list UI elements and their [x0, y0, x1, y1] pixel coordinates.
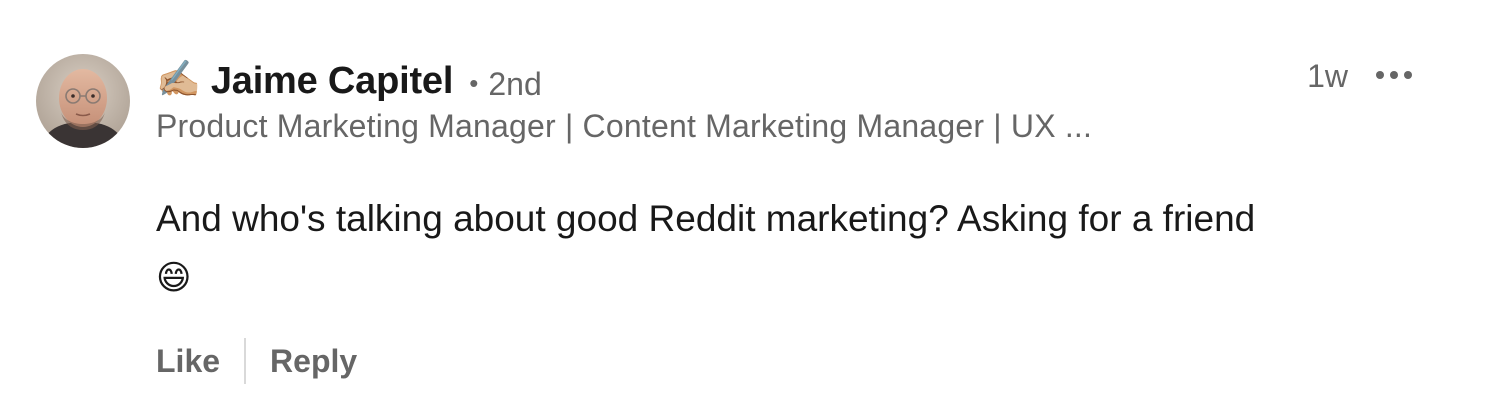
- writing-hand-icon: ✍🏼: [156, 58, 201, 99]
- ellipsis-horizontal-icon: [1376, 71, 1412, 79]
- comment-body: And who's talking about good Reddit mark…: [156, 190, 1476, 307]
- author-headline: Product Marketing Manager | Content Mark…: [156, 108, 1093, 144]
- reply-button[interactable]: Reply: [270, 343, 357, 380]
- comment-actions: Like Reply: [156, 336, 357, 386]
- like-button[interactable]: Like: [156, 343, 220, 380]
- author-avatar[interactable]: [36, 54, 130, 148]
- author-name[interactable]: Jaime Capitel: [211, 60, 454, 103]
- more-options-button[interactable]: [1364, 56, 1424, 94]
- comment-text: And who's talking about good Reddit mark…: [156, 198, 1256, 239]
- comment-header: ✍🏼 Jaime Capitel • 2nd Product Marketing…: [156, 56, 1464, 156]
- connection-degree: 2nd: [488, 65, 542, 102]
- comment-timestamp: 1w: [1307, 58, 1348, 94]
- separator-dot: •: [469, 67, 479, 98]
- grinning-face-icon: 😄: [156, 259, 192, 297]
- avatar-photo: [36, 54, 130, 148]
- author-row: ✍🏼 Jaime Capitel • 2nd: [156, 56, 542, 106]
- action-divider: [244, 338, 247, 384]
- comment-card: ✍🏼 Jaime Capitel • 2nd Product Marketing…: [0, 0, 1504, 416]
